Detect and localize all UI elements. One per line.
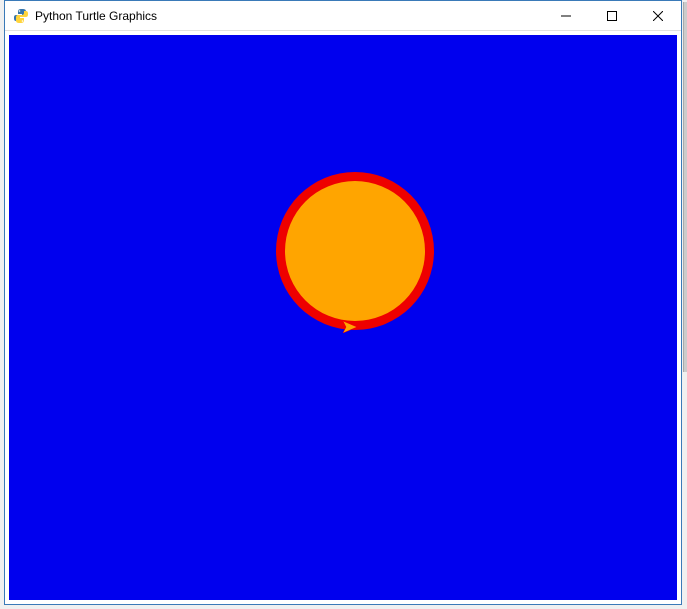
python-turtle-icon (13, 8, 29, 24)
maximize-button[interactable] (589, 1, 635, 30)
client-area (5, 31, 681, 604)
turtle-cursor (343, 321, 357, 336)
circle-fill (285, 181, 425, 321)
turtle-canvas (9, 35, 677, 600)
minimize-icon (561, 11, 571, 21)
close-icon (653, 11, 663, 21)
maximize-icon (607, 11, 617, 21)
titlebar[interactable]: Python Turtle Graphics (5, 1, 681, 31)
window-controls (543, 1, 681, 30)
window-title: Python Turtle Graphics (35, 9, 543, 23)
adjacent-window-edge (683, 2, 687, 372)
minimize-button[interactable] (543, 1, 589, 30)
application-window: Python Turtle Graphics (4, 0, 682, 605)
close-button[interactable] (635, 1, 681, 30)
